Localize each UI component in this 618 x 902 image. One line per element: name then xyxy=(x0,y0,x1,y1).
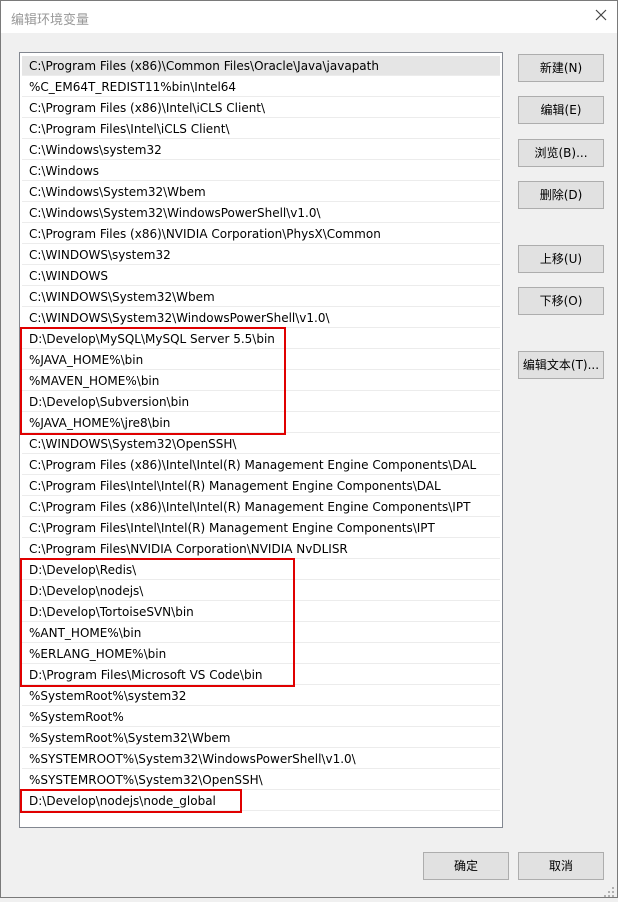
path-list-item[interactable]: C:\Windows xyxy=(22,161,500,181)
path-list-item[interactable]: C:\WINDOWS\System32\WindowsPowerShell\v1… xyxy=(22,308,500,328)
path-list-item[interactable]: C:\Windows\System32\WindowsPowerShell\v1… xyxy=(22,203,500,223)
path-list-item[interactable]: D:\Develop\nodejs\node_global xyxy=(22,791,500,811)
path-list-item[interactable]: C:\Program Files\Intel\iCLS Client\ xyxy=(22,119,500,139)
path-list-item[interactable]: C:\Program Files (x86)\Intel\iCLS Client… xyxy=(22,98,500,118)
path-list-item[interactable]: C:\Program Files (x86)\NVIDIA Corporatio… xyxy=(22,224,500,244)
path-list-item[interactable]: D:\Develop\MySQL\MySQL Server 5.5\bin xyxy=(22,329,500,349)
path-list-item[interactable]: %MAVEN_HOME%\bin xyxy=(22,371,500,391)
path-list-item[interactable]: %ANT_HOME%\bin xyxy=(22,623,500,643)
path-list-item[interactable]: C:\Program Files (x86)\Intel\Intel(R) Ma… xyxy=(22,497,500,517)
resize-grip-icon[interactable] xyxy=(603,883,615,897)
window-title: 编辑环境变量 xyxy=(11,13,90,28)
path-list-item[interactable]: C:\WINDOWS xyxy=(22,266,500,286)
path-list-item[interactable]: %ERLANG_HOME%\bin xyxy=(22,644,500,664)
path-list-item[interactable]: %SYSTEMROOT%\System32\OpenSSH\ xyxy=(22,770,500,790)
path-list-item[interactable]: %SystemRoot% xyxy=(22,707,500,727)
path-list-item[interactable]: D:\Develop\Subversion\bin xyxy=(22,392,500,412)
path-list-item[interactable]: C:\WINDOWS\System32\OpenSSH\ xyxy=(22,434,500,454)
path-list-item[interactable]: %SystemRoot%\system32 xyxy=(22,686,500,706)
path-list-item[interactable]: D:\Program Files\Microsoft VS Code\bin xyxy=(22,665,500,685)
delete-button[interactable]: 删除(D) xyxy=(518,181,604,209)
path-list-item[interactable]: %JAVA_HOME%\jre8\bin xyxy=(22,413,500,433)
cancel-button[interactable]: 取消 xyxy=(518,852,604,880)
path-list-item[interactable]: D:\Develop\Redis\ xyxy=(22,560,500,580)
move-down-button[interactable]: 下移(O) xyxy=(518,287,604,315)
path-list[interactable]: C:\Program Files (x86)\Common Files\Orac… xyxy=(19,52,503,828)
path-list-item[interactable]: C:\WINDOWS\System32\Wbem xyxy=(22,287,500,307)
path-list-item[interactable]: D:\Develop\TortoiseSVN\bin xyxy=(22,602,500,622)
path-list-item[interactable]: C:\Program Files\Intel\Intel(R) Manageme… xyxy=(22,476,500,496)
path-list-item[interactable]: C:\Windows\System32\Wbem xyxy=(22,182,500,202)
edit-button[interactable]: 编辑(E) xyxy=(518,96,604,124)
title-bar[interactable]: 编辑环境变量 xyxy=(1,1,617,33)
path-list-item[interactable]: C:\Windows\system32 xyxy=(22,140,500,160)
close-icon[interactable] xyxy=(593,7,609,23)
path-list-item[interactable]: C:\Program Files\Intel\Intel(R) Manageme… xyxy=(22,518,500,538)
edit-text-button[interactable]: 编辑文本(T)... xyxy=(518,351,604,379)
path-list-item[interactable]: D:\Develop\nodejs\ xyxy=(22,581,500,601)
edit-env-var-dialog: 编辑环境变量 C:\Program Files (x86)\Common Fil… xyxy=(0,0,618,898)
path-list-item[interactable]: %JAVA_HOME%\bin xyxy=(22,350,500,370)
path-list-item[interactable]: %SYSTEMROOT%\System32\WindowsPowerShell\… xyxy=(22,749,500,769)
path-list-item[interactable]: C:\Program Files (x86)\Intel\Intel(R) Ma… xyxy=(22,455,500,475)
move-up-button[interactable]: 上移(U) xyxy=(518,245,604,273)
browse-button[interactable]: 浏览(B)... xyxy=(518,139,604,167)
path-list-item[interactable]: C:\Program Files\NVIDIA Corporation\NVID… xyxy=(22,539,500,559)
path-list-item[interactable]: %C_EM64T_REDIST11%bin\Intel64 xyxy=(22,77,500,97)
new-button[interactable]: 新建(N) xyxy=(518,54,604,82)
path-list-item[interactable]: C:\Program Files (x86)\Common Files\Orac… xyxy=(22,56,500,76)
path-list-item[interactable]: C:\WINDOWS\system32 xyxy=(22,245,500,265)
ok-button[interactable]: 确定 xyxy=(423,852,509,880)
path-list-item[interactable]: %SystemRoot%\System32\Wbem xyxy=(22,728,500,748)
